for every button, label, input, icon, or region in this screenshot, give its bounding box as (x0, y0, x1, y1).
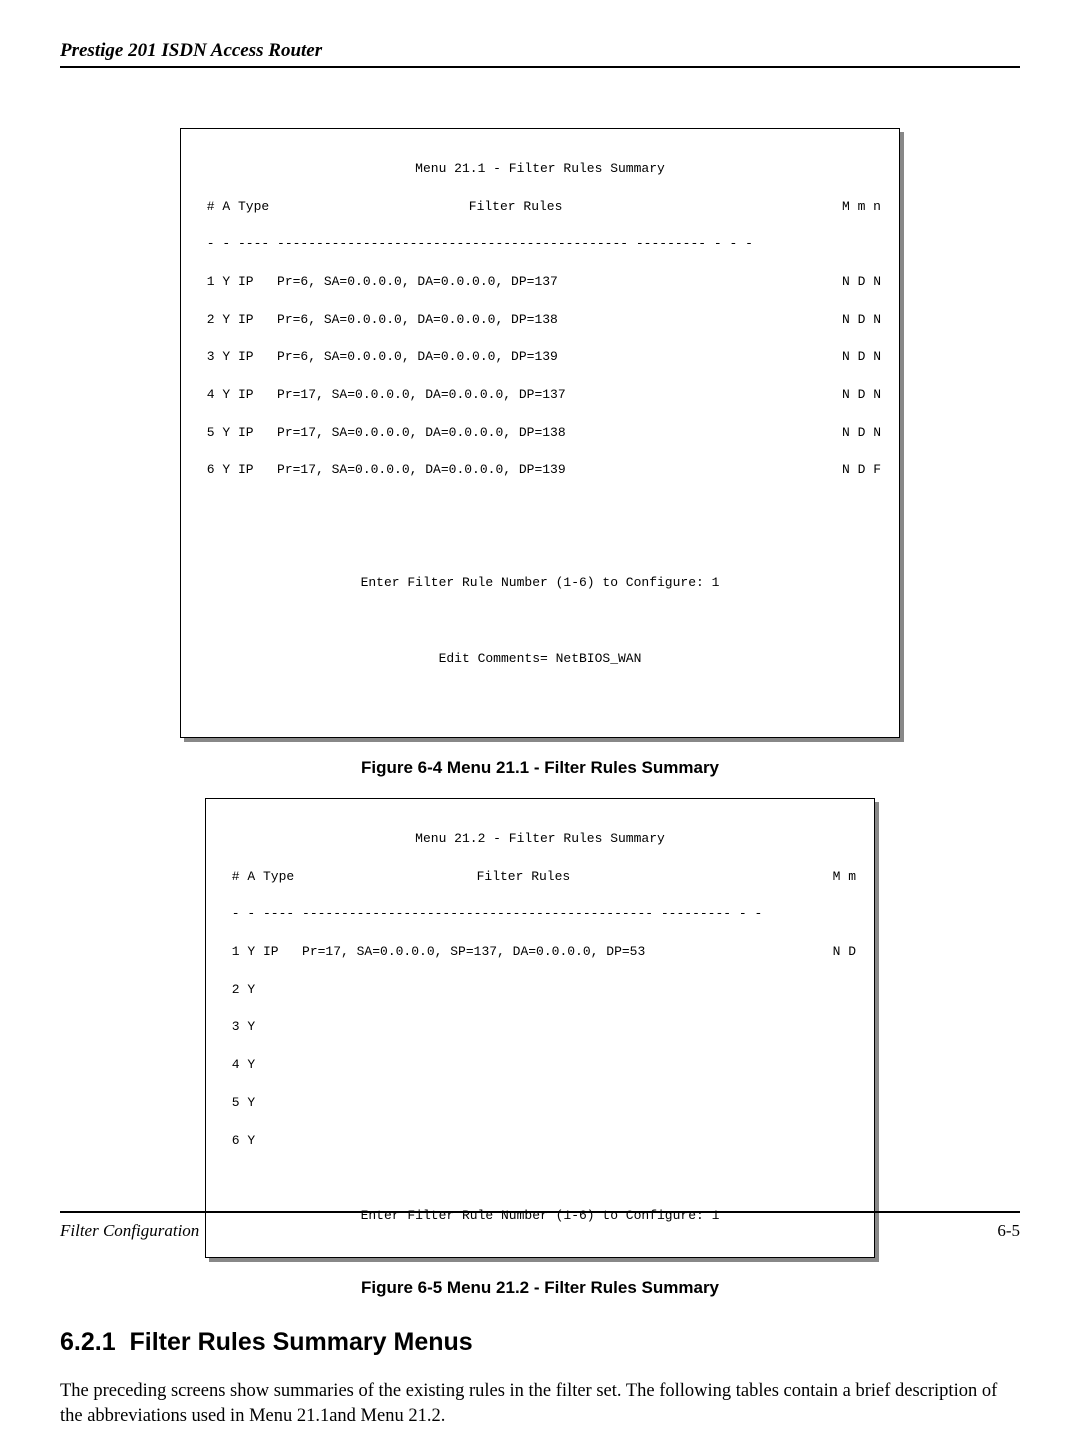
terminal2-row: 6 Y (224, 1132, 856, 1151)
terminal2-header-row: # A Type Filter Rules M m (224, 868, 856, 887)
row-left: 1 Y IP Pr=17, SA=0.0.0.0, SP=137, DA=0.0… (224, 943, 645, 962)
terminal-menu-21-2: Menu 21.2 - Filter Rules Summary # A Typ… (205, 798, 875, 1257)
col-mid: Filter Rules (469, 198, 563, 217)
section-heading: 6.2.1 Filter Rules Summary Menus (60, 1328, 1020, 1357)
terminal2-row: 2 Y (224, 981, 856, 1000)
footer-right: 6-5 (997, 1221, 1020, 1241)
header-title: Prestige 201 ISDN Access Router (60, 40, 322, 61)
col-mid: Filter Rules (477, 868, 571, 887)
terminal1-header-row: # A Type Filter Rules M m n (199, 198, 881, 217)
row-left: 5 Y (224, 1094, 255, 1113)
terminal1-row: 5 Y IP Pr=17, SA=0.0.0.0, DA=0.0.0.0, DP… (199, 424, 881, 443)
row-right: N D N (842, 273, 881, 292)
row-left: 2 Y IP Pr=6, SA=0.0.0.0, DA=0.0.0.0, DP=… (199, 311, 558, 330)
blank-line (199, 612, 881, 631)
page-header: Prestige 201 ISDN Access Router (60, 40, 1020, 68)
row-left: 5 Y IP Pr=17, SA=0.0.0.0, DA=0.0.0.0, DP… (199, 424, 566, 443)
terminal1-row: 1 Y IP Pr=6, SA=0.0.0.0, DA=0.0.0.0, DP=… (199, 273, 881, 292)
terminal2-row: 1 Y IP Pr=17, SA=0.0.0.0, SP=137, DA=0.0… (224, 943, 856, 962)
terminal1-divider: - - ---- -------------------------------… (199, 235, 881, 254)
terminal-menu-21-1: Menu 21.1 - Filter Rules Summary # A Typ… (180, 128, 900, 738)
col-left: # A Type (224, 868, 294, 887)
row-right: N D F (842, 461, 881, 480)
blank-line (199, 499, 881, 518)
row-right: N D (833, 943, 856, 962)
row-right: N D N (842, 348, 881, 367)
row-left: 6 Y (224, 1132, 255, 1151)
col-left: # A Type (199, 198, 269, 217)
figure-caption-1: Figure 6-4 Menu 21.1 - Filter Rules Summ… (60, 758, 1020, 778)
row-left: 2 Y (224, 981, 255, 1000)
row-left: 1 Y IP Pr=6, SA=0.0.0.0, DA=0.0.0.0, DP=… (199, 273, 558, 292)
terminal2-divider: - - ---- -------------------------------… (224, 905, 856, 924)
terminal2-row: 4 Y (224, 1056, 856, 1075)
blank-line (199, 687, 881, 706)
section-number: 6.2.1 (60, 1328, 116, 1356)
terminal1-prompt2: Edit Comments= NetBIOS_WAN (199, 650, 881, 669)
row-right: N D N (842, 424, 881, 443)
terminal2-row: 5 Y (224, 1094, 856, 1113)
page-footer: Filter Configuration 6-5 (60, 1211, 1020, 1241)
row-left: 3 Y (224, 1018, 255, 1037)
col-right: M m n (842, 198, 881, 217)
section-title: Filter Rules Summary Menus (130, 1328, 473, 1356)
terminal1-row: 4 Y IP Pr=17, SA=0.0.0.0, DA=0.0.0.0, DP… (199, 386, 881, 405)
col-right: M m (833, 868, 856, 887)
terminal2-row: 3 Y (224, 1018, 856, 1037)
terminal2-title: Menu 21.2 - Filter Rules Summary (224, 830, 856, 849)
terminal1-row: 2 Y IP Pr=6, SA=0.0.0.0, DA=0.0.0.0, DP=… (199, 311, 881, 330)
terminal1-title: Menu 21.1 - Filter Rules Summary (199, 160, 881, 179)
blank-line (224, 1169, 856, 1188)
footer-left: Filter Configuration (60, 1221, 199, 1241)
row-left: 4 Y (224, 1056, 255, 1075)
terminal1-row: 6 Y IP Pr=17, SA=0.0.0.0, DA=0.0.0.0, DP… (199, 461, 881, 480)
row-left: 4 Y IP Pr=17, SA=0.0.0.0, DA=0.0.0.0, DP… (199, 386, 566, 405)
row-left: 3 Y IP Pr=6, SA=0.0.0.0, DA=0.0.0.0, DP=… (199, 348, 558, 367)
terminal1-row: 3 Y IP Pr=6, SA=0.0.0.0, DA=0.0.0.0, DP=… (199, 348, 881, 367)
blank-line (199, 537, 881, 556)
body-paragraph: The preceding screens show summaries of … (60, 1379, 1020, 1429)
terminal1-prompt1: Enter Filter Rule Number (1-6) to Config… (199, 574, 881, 593)
row-right: N D N (842, 386, 881, 405)
row-left: 6 Y IP Pr=17, SA=0.0.0.0, DA=0.0.0.0, DP… (199, 461, 566, 480)
row-right: N D N (842, 311, 881, 330)
